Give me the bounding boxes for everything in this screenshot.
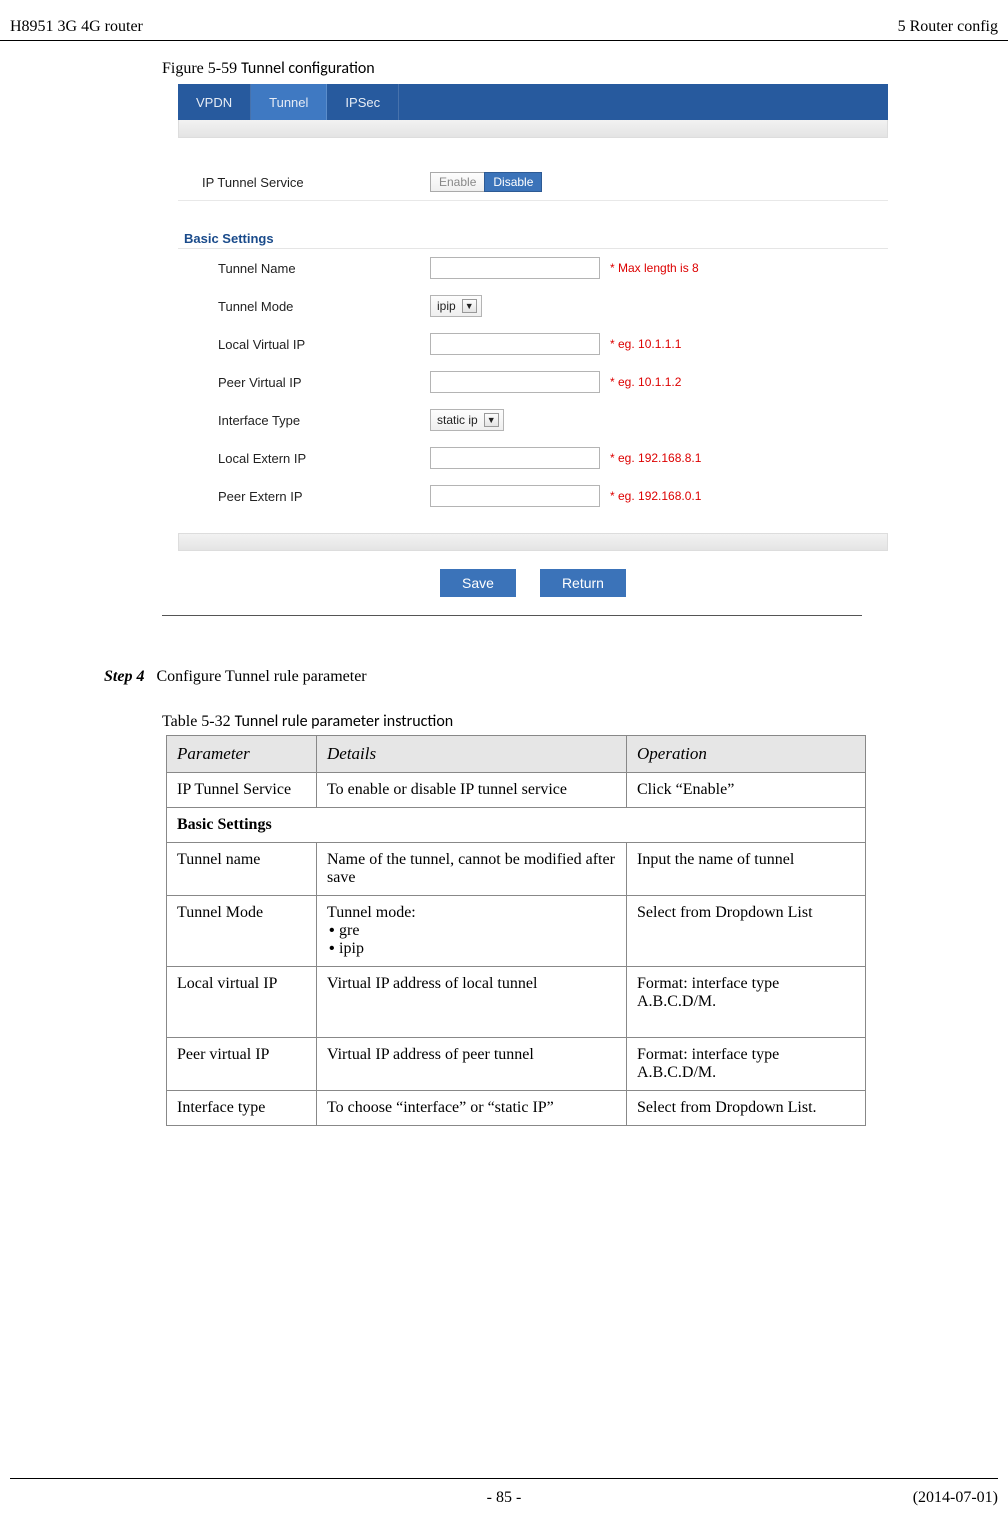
local-virtual-ip-input[interactable] [430,333,600,355]
figure-end-rule [162,615,862,616]
step-label: Step 4 [104,668,144,686]
tunnel-mode-select[interactable]: ipip ▼ [430,295,482,317]
peer-extern-ip-input[interactable] [430,485,600,507]
th-parameter: Parameter [167,736,317,773]
cell-details: Virtual IP address of peer tunnel [317,1038,627,1091]
basic-settings-header: Basic Settings [178,229,888,249]
local-extern-ip-hint: * eg. 192.168.8.1 [610,451,701,465]
local-virtual-ip-label: Local Virtual IP [218,337,430,352]
table-row: Local virtual IP Virtual IP address of l… [167,967,866,1038]
enable-button[interactable]: Enable [430,172,485,192]
tab-tunnel[interactable]: Tunnel [251,84,327,120]
local-extern-ip-label: Local Extern IP [218,451,430,466]
tunnel-mode-label: Tunnel Mode [218,299,430,314]
chevron-down-icon: ▼ [484,413,499,427]
tab-ipsec[interactable]: IPSec [327,84,399,120]
cell-operation: Format: interface type A.B.C.D/M. [627,967,866,1038]
peer-virtual-ip-label: Peer Virtual IP [218,375,430,390]
cell-parameter: Interface type [167,1091,317,1126]
table-title: Tunnel rule parameter instruction [235,712,454,731]
cell-parameter: Tunnel name [167,843,317,896]
table-row: Tunnel name Name of the tunnel, cannot b… [167,843,866,896]
header-left: H8951 3G 4G router [10,18,143,36]
cell-operation: Select from Dropdown List [627,896,866,967]
cell-section: Basic Settings [167,808,866,843]
table-row: Tunnel Mode Tunnel mode: gre ipip Select… [167,896,866,967]
cell-details: To choose “interface” or “static IP” [317,1091,627,1126]
cell-parameter: Tunnel Mode [167,896,317,967]
screenshot-area: VPDN Tunnel IPSec IP Tunnel Service Enab… [178,84,888,601]
footer-date: (2014-07-01) [913,1489,998,1507]
tunnel-name-input[interactable] [430,257,600,279]
table-section-row: Basic Settings [167,808,866,843]
tunnel-name-hint: * Max length is 8 [610,261,699,275]
th-details: Details [317,736,627,773]
header-right: 5 Router config [898,18,998,36]
list-item: ipip [329,940,616,958]
peer-extern-ip-hint: * eg. 192.168.0.1 [610,489,701,503]
return-button[interactable]: Return [540,569,626,597]
chevron-down-icon: ▼ [462,299,477,313]
peer-extern-ip-label: Peer Extern IP [218,489,430,504]
param-table: Parameter Details Operation IP Tunnel Se… [166,735,866,1126]
figure-label: Figure 5-59 [162,60,241,77]
tunnel-name-label: Tunnel Name [218,261,430,276]
cell-parameter: IP Tunnel Service [167,773,317,808]
tab-bar: VPDN Tunnel IPSec [178,84,888,120]
local-virtual-ip-hint: * eg. 10.1.1.1 [610,337,681,351]
disable-button[interactable]: Disable [484,172,542,192]
page-number: - 85 - [487,1489,522,1507]
gradient-bar-bottom [178,533,888,551]
tunnel-mode-value: ipip [437,299,456,313]
peer-virtual-ip-hint: * eg. 10.1.1.2 [610,375,681,389]
list-item: gre [329,922,616,940]
gradient-bar-top [178,120,888,138]
cell-details: Name of the tunnel, cannot be modified a… [317,843,627,896]
table-row: IP Tunnel Service To enable or disable I… [167,773,866,808]
tunnel-mode-head: Tunnel mode: [327,904,616,922]
interface-type-select[interactable]: static ip ▼ [430,409,504,431]
table-label: Table 5-32 [162,713,235,730]
cell-parameter: Peer virtual IP [167,1038,317,1091]
cell-parameter: Local virtual IP [167,967,317,1038]
cell-operation: Click “Enable” [627,773,866,808]
cell-details: Virtual IP address of local tunnel [317,967,627,1038]
save-button[interactable]: Save [440,569,516,597]
interface-type-value: static ip [437,413,478,427]
step-text: Configure Tunnel rule parameter [156,668,366,686]
cell-operation: Select from Dropdown List. [627,1091,866,1126]
cell-operation: Input the name of tunnel [627,843,866,896]
cell-operation: Format: interface type A.B.C.D/M. [627,1038,866,1091]
figure-title: Tunnel configuration [241,59,375,78]
interface-type-label: Interface Type [218,413,430,428]
peer-virtual-ip-input[interactable] [430,371,600,393]
cell-details: Tunnel mode: gre ipip [317,896,627,967]
table-row: Interface type To choose “interface” or … [167,1091,866,1126]
ip-tunnel-service-label: IP Tunnel Service [202,175,430,190]
tab-vpdn[interactable]: VPDN [178,84,251,120]
local-extern-ip-input[interactable] [430,447,600,469]
cell-details: To enable or disable IP tunnel service [317,773,627,808]
table-row: Peer virtual IP Virtual IP address of pe… [167,1038,866,1091]
th-operation: Operation [627,736,866,773]
